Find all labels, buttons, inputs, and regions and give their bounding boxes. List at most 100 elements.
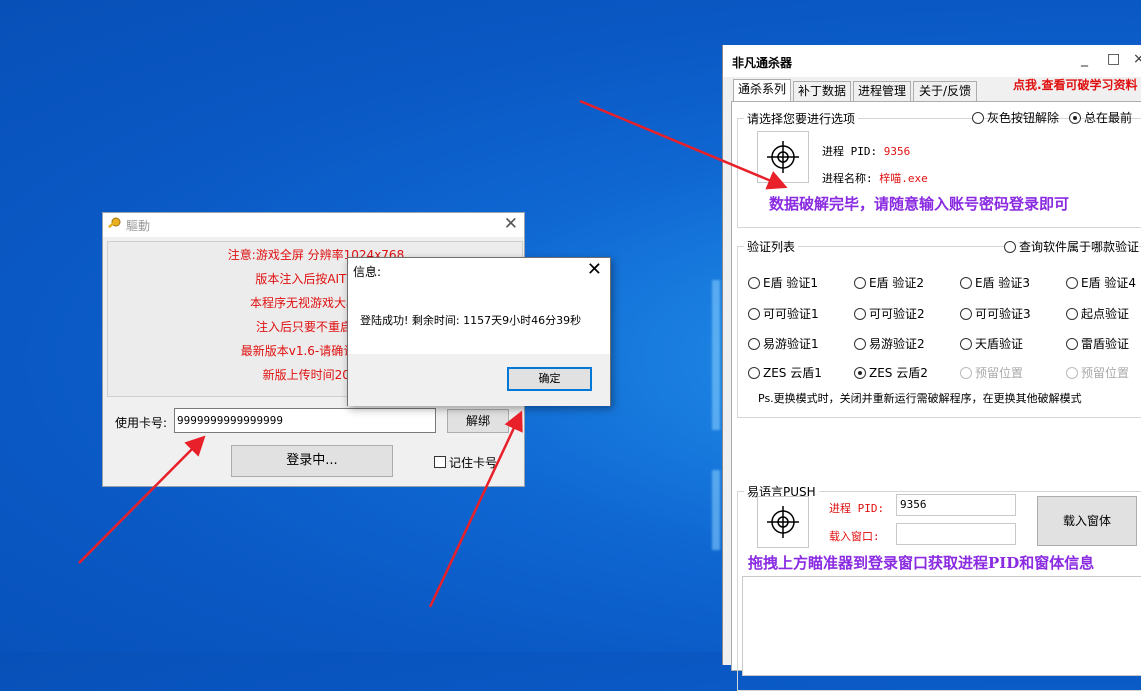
card-number-label: 使用卡号: — [115, 416, 168, 430]
verify-option-label: 可可验证2 — [869, 307, 925, 321]
verify-option-label: 易游验证2 — [869, 337, 925, 351]
push-window-label: 载入窗口: — [829, 530, 880, 543]
verify-option[interactable]: 易游验证1 — [748, 335, 819, 352]
verify-option[interactable]: 易游验证2 — [854, 335, 925, 352]
radio-icon — [748, 338, 760, 350]
verify-option-disabled: 预留位置 — [960, 364, 1023, 381]
process-name-row: 进程名称: 梓喵.exe — [822, 170, 928, 186]
close-icon[interactable]: × — [1133, 51, 1141, 67]
ok-button[interactable]: 确定 — [507, 367, 592, 391]
verify-option-label: 预留位置 — [975, 366, 1024, 380]
verify-option-label: 起点验证 — [1081, 307, 1130, 321]
tab-patch-data[interactable]: 补丁数据 — [793, 81, 851, 101]
login-titlebar[interactable]: 驅動 ✕ — [103, 213, 524, 237]
process-name-label: 进程名称: — [822, 172, 873, 185]
verify-option-label: E盾 验证1 — [763, 276, 819, 290]
desktop-glow — [712, 470, 720, 550]
desktop-glow — [712, 280, 720, 430]
gray-button-unlock-label: 灰色按钮解除 — [987, 111, 1060, 125]
login-title: 驅動 — [126, 219, 151, 233]
dialog-footer: 确定 — [348, 354, 610, 406]
target-finder[interactable] — [757, 131, 809, 183]
verify-group-title: 验证列表 — [744, 238, 799, 255]
close-icon[interactable]: ✕ — [504, 214, 518, 234]
maximize-icon[interactable]: □ — [1107, 51, 1120, 67]
push-pid-field[interactable]: 9356 — [896, 494, 1016, 516]
unbind-button[interactable]: 解绑 — [447, 409, 509, 433]
process-name-value: 梓喵.exe — [879, 172, 928, 185]
gray-button-unlock-option[interactable]: 灰色按钮解除 — [972, 109, 1059, 126]
window-finder[interactable] — [757, 496, 809, 548]
verify-option-label: E盾 验证4 — [1081, 276, 1137, 290]
radio-icon — [1066, 338, 1078, 350]
radio-icon — [1066, 277, 1078, 289]
card-number-input[interactable]: 9999999999999999 — [174, 408, 436, 433]
verify-option[interactable]: 天盾验证 — [960, 335, 1023, 352]
promo-link[interactable]: 点我.查看可破学习资料 — [1013, 76, 1138, 93]
always-on-top-option[interactable]: 总在最前 — [1069, 109, 1132, 126]
tab-about-feedback[interactable]: 关于/反馈 — [913, 81, 977, 101]
verify-option[interactable]: 可可验证1 — [748, 305, 819, 322]
crosshair-icon — [767, 141, 799, 173]
verify-option-label: 天盾验证 — [975, 337, 1024, 351]
verify-option[interactable]: E盾 验证4 — [1066, 274, 1136, 291]
radio-icon — [1066, 367, 1078, 379]
pid-value: 9356 — [883, 145, 911, 158]
tool-title: 非凡通杀器 — [732, 56, 793, 70]
verify-option-label: 可可验证1 — [763, 307, 819, 321]
remember-card-checkbox[interactable]: 记住卡号 — [434, 454, 497, 471]
info-title: 信息: — [353, 265, 382, 279]
tool-titlebar[interactable]: 非凡通杀器 _ □ × — [723, 45, 1141, 77]
radio-icon — [854, 277, 866, 289]
radio-icon — [748, 277, 760, 289]
verify-option-selected[interactable]: ZES 云盾2 — [854, 364, 928, 381]
remember-card-label: 记住卡号 — [449, 456, 498, 470]
radio-icon — [1004, 241, 1016, 253]
radio-icon — [854, 338, 866, 350]
verify-option[interactable]: 可可验证3 — [960, 305, 1031, 322]
check-icon — [1069, 112, 1081, 124]
push-log-area[interactable] — [742, 576, 1141, 676]
verify-option[interactable]: E盾 验证3 — [960, 274, 1030, 291]
verify-option[interactable]: 可可验证2 — [854, 305, 925, 322]
verify-option[interactable]: 雷盾验证 — [1066, 335, 1129, 352]
push-window-field[interactable] — [896, 523, 1016, 545]
login-button[interactable]: 登录中... — [231, 445, 393, 477]
verify-option-label: ZES 云盾1 — [763, 366, 822, 380]
verify-option[interactable]: 起点验证 — [1066, 305, 1129, 322]
radio-icon — [748, 367, 760, 379]
radio-icon — [960, 277, 972, 289]
verify-option-label: 雷盾验证 — [1081, 337, 1130, 351]
verify-option-label: E盾 验证2 — [869, 276, 925, 290]
verify-option-label: ZES 云盾2 — [869, 366, 928, 380]
tab-tongsha[interactable]: 通杀系列 — [733, 79, 791, 101]
tool-window: 非凡通杀器 _ □ × 通杀系列 补丁数据 进程管理 关于/反馈 点我.查看可破… — [722, 45, 1141, 691]
load-window-button[interactable]: 载入窗体 — [1037, 496, 1137, 546]
info-message: 登陆成功! 剩余时间: 1157天9小时46分39秒 — [360, 314, 582, 327]
verify-option-label: E盾 验证3 — [975, 276, 1031, 290]
minimize-icon[interactable]: _ — [1081, 51, 1088, 67]
query-verify-option[interactable]: 查询软件属于哪款验证 — [1004, 238, 1140, 255]
radio-icon — [854, 308, 866, 320]
verify-option[interactable]: E盾 验证1 — [748, 274, 818, 291]
radio-icon — [748, 308, 760, 320]
checkbox-icon — [434, 456, 446, 468]
verify-option-label: 可可验证3 — [975, 307, 1031, 321]
pid-label: 进程 PID: — [822, 145, 878, 158]
always-on-top-label: 总在最前 — [1084, 111, 1133, 125]
key-icon — [108, 217, 121, 229]
radio-icon — [960, 308, 972, 320]
verify-option[interactable]: E盾 验证2 — [854, 274, 924, 291]
select-group-title: 请选择您要进行选项 — [744, 110, 859, 127]
radio-selected-icon — [854, 367, 866, 379]
radio-icon — [972, 112, 984, 124]
pid-row: 进程 PID: 9356 — [822, 143, 910, 159]
radio-icon — [960, 338, 972, 350]
close-icon[interactable]: ✕ — [587, 259, 602, 280]
tab-content: 请选择您要进行选项 灰色按钮解除 总在最前 进程 PID: 9356 进程名称:… — [731, 101, 1141, 691]
crosshair-icon — [767, 506, 799, 538]
verify-option[interactable]: ZES 云盾1 — [748, 364, 822, 381]
crack-done-banner: 数据破解完毕，请随意输入账号密码登录即可 — [769, 195, 1070, 213]
verify-option-label: 易游验证1 — [763, 337, 819, 351]
tab-process-manager[interactable]: 进程管理 — [853, 81, 911, 101]
